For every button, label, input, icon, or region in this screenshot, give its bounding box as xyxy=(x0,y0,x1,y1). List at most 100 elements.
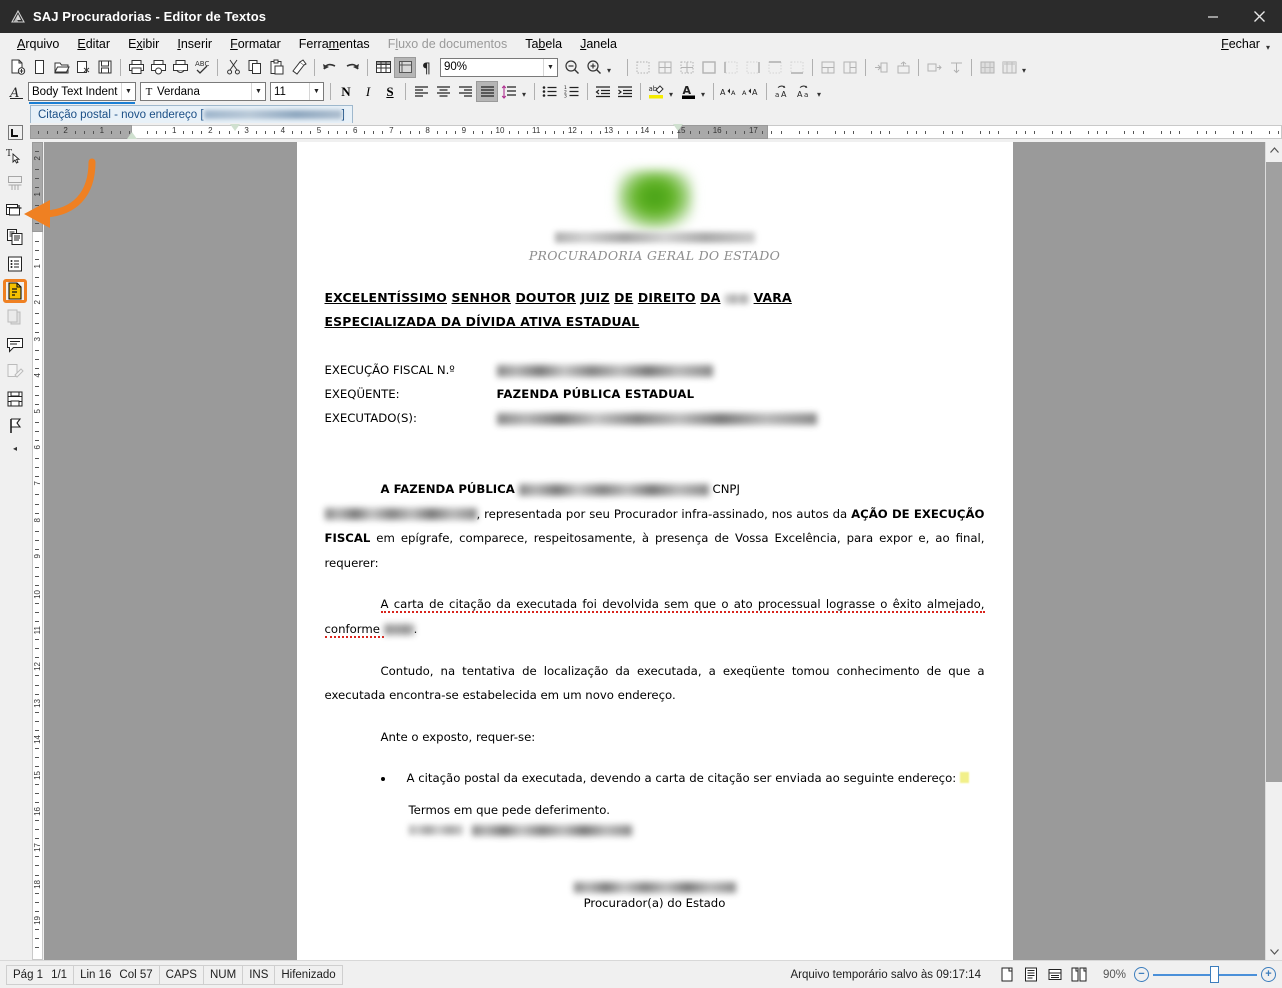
undo-icon[interactable] xyxy=(319,57,341,78)
scroll-down-arrow-icon[interactable] xyxy=(1266,943,1282,960)
bold-button[interactable]: N xyxy=(335,81,357,102)
reading-view-icon[interactable] xyxy=(1021,965,1041,985)
horizontal-ruler[interactable]: 211234567891011121314151617 xyxy=(30,123,1282,142)
minimize-button[interactable] xyxy=(1190,0,1236,33)
right-indent-marker[interactable] xyxy=(673,124,683,131)
menu-ferramentas[interactable]: Ferramentas xyxy=(290,35,379,53)
align-right-icon[interactable] xyxy=(454,81,476,102)
open-model-icon[interactable] xyxy=(72,57,94,78)
menu-fechar[interactable]: Fechar xyxy=(1212,35,1264,53)
text-select-tool-icon[interactable]: T xyxy=(3,144,27,168)
single-page-view-icon[interactable] xyxy=(997,965,1017,985)
line-spacing-caret-icon[interactable]: ▾ xyxy=(522,90,526,99)
print-setup-icon[interactable] xyxy=(169,57,191,78)
first-line-indent-marker[interactable] xyxy=(127,132,137,139)
paragraph-style-combo[interactable]: Body Text Indent ▼ xyxy=(28,82,136,101)
page-layout-icon[interactable] xyxy=(394,57,416,78)
status-caps[interactable]: CAPS xyxy=(159,965,204,985)
font-size-combo[interactable]: 11 ▼ xyxy=(270,82,324,101)
status-num[interactable]: NUM xyxy=(203,965,243,985)
print-preview-icon[interactable] xyxy=(147,57,169,78)
zoom-slider[interactable]: − + xyxy=(1134,967,1276,982)
zoom-combo[interactable]: 90% ▼ xyxy=(440,58,558,77)
print-document-icon[interactable] xyxy=(3,387,27,411)
underline-button[interactable]: S xyxy=(379,81,401,102)
menu-janela[interactable]: Janela xyxy=(571,35,626,53)
zoom-slider-thumb[interactable] xyxy=(1210,966,1219,983)
close-button[interactable] xyxy=(1236,0,1282,33)
list-view-icon[interactable] xyxy=(3,252,27,276)
format-painter-icon[interactable] xyxy=(288,57,310,78)
font-size-dropdown-arrow-icon[interactable]: ▼ xyxy=(309,83,323,100)
document-page[interactable]: PROCURADORIA GERAL DO ESTADO EXCELENTÍSS… xyxy=(297,142,1013,960)
increase-indent-icon[interactable] xyxy=(614,81,636,102)
paragraph-style-icon[interactable]: A xyxy=(6,81,28,102)
highlight-color-icon[interactable]: ab xyxy=(645,81,667,102)
sidebar-collapse-caret-icon[interactable]: ◂ xyxy=(3,441,27,455)
web-layout-view-icon[interactable] xyxy=(1045,965,1065,985)
print-icon[interactable] xyxy=(125,57,147,78)
decrease-font-icon[interactable]: AA xyxy=(740,81,762,102)
insert-table-icon[interactable] xyxy=(372,57,394,78)
line-spacing-icon[interactable] xyxy=(498,81,520,102)
font-color-caret-icon[interactable]: ▾ xyxy=(701,90,705,99)
document-tab-citacao-postal[interactable]: Citação postal - novo endereço [] xyxy=(30,105,353,123)
vertical-ruler[interactable]: 2112345678910111213141516171819 xyxy=(30,142,44,960)
vertical-scrollbar[interactable] xyxy=(1265,142,1282,960)
formatting-toolbar-overflow-caret-icon[interactable]: ▾ xyxy=(817,90,821,99)
lowercase-icon[interactable]: Aa xyxy=(793,81,815,102)
font-family-combo[interactable]: T Verdana ▼ xyxy=(140,82,266,101)
align-justify-icon[interactable] xyxy=(476,81,498,102)
uppercase-icon[interactable]: aA xyxy=(771,81,793,102)
style-dropdown-arrow-icon[interactable]: ▼ xyxy=(121,83,135,100)
increase-font-icon[interactable]: AA xyxy=(718,81,740,102)
bullet-list-icon[interactable] xyxy=(539,81,561,102)
font-color-icon[interactable]: A xyxy=(677,81,699,102)
redo-icon[interactable] xyxy=(341,57,363,78)
two-page-view-icon[interactable] xyxy=(1069,965,1089,985)
menu-formatar[interactable]: Formatar xyxy=(221,35,290,53)
numbered-list-icon[interactable]: 123 xyxy=(561,81,583,102)
zoom-out-icon[interactable] xyxy=(561,57,583,78)
paste-icon[interactable] xyxy=(266,57,288,78)
insert-page-icon[interactable] xyxy=(3,198,27,222)
table-toolbar-overflow-caret-icon[interactable]: ▾ xyxy=(1022,66,1026,75)
zoom-slider-track[interactable] xyxy=(1153,974,1257,976)
zoom-increase-button[interactable]: + xyxy=(1261,967,1276,982)
align-left-icon[interactable] xyxy=(410,81,432,102)
zoom-in-icon[interactable] xyxy=(583,57,605,78)
spellcheck-icon[interactable]: ABC xyxy=(191,57,213,78)
scroll-up-arrow-icon[interactable] xyxy=(1266,142,1282,159)
hanging-indent-marker[interactable] xyxy=(230,124,240,131)
open-folder-icon[interactable] xyxy=(50,57,72,78)
new-document-icon[interactable] xyxy=(6,57,28,78)
document-content[interactable]: PROCURADORIA GERAL DO ESTADO EXCELENTÍSS… xyxy=(297,170,1013,909)
cut-icon[interactable] xyxy=(222,57,244,78)
align-center-icon[interactable] xyxy=(432,81,454,102)
save-icon[interactable] xyxy=(94,57,116,78)
zoom-decrease-button[interactable]: − xyxy=(1134,967,1149,982)
comment-icon[interactable] xyxy=(3,333,27,357)
standard-toolbar-overflow-caret-icon[interactable]: ▾ xyxy=(607,66,611,75)
status-hyphenation[interactable]: Hifenizado xyxy=(274,965,342,985)
blank-page-icon[interactable] xyxy=(28,57,50,78)
menu-inserir[interactable]: Inserir xyxy=(168,35,221,53)
font-dropdown-arrow-icon[interactable]: ▼ xyxy=(251,83,265,100)
show-marks-icon[interactable]: ¶ xyxy=(416,57,438,78)
highlight-color-caret-icon[interactable]: ▾ xyxy=(669,90,673,99)
menu-exibir[interactable]: Exibir xyxy=(119,35,168,53)
menu-arquivo[interactable]: Arquivo xyxy=(8,35,68,53)
scrollbar-thumb[interactable] xyxy=(1266,162,1282,782)
copy-icon[interactable] xyxy=(244,57,266,78)
zoom-dropdown-arrow-icon[interactable]: ▼ xyxy=(543,59,557,76)
menu-editar[interactable]: Editar xyxy=(68,35,119,53)
flag-icon[interactable] xyxy=(3,414,27,438)
menubar-overflow-caret-icon[interactable]: ▾ xyxy=(1266,43,1270,52)
menu-tabela[interactable]: Tabela xyxy=(516,35,571,53)
documents-icon[interactable] xyxy=(3,225,27,249)
italic-button[interactable]: I xyxy=(357,81,379,102)
left-tab-stop-icon[interactable] xyxy=(8,125,23,140)
decrease-indent-icon[interactable] xyxy=(592,81,614,102)
finalize-document-icon[interactable] xyxy=(3,279,27,303)
tab-stop-selector[interactable] xyxy=(0,123,30,142)
